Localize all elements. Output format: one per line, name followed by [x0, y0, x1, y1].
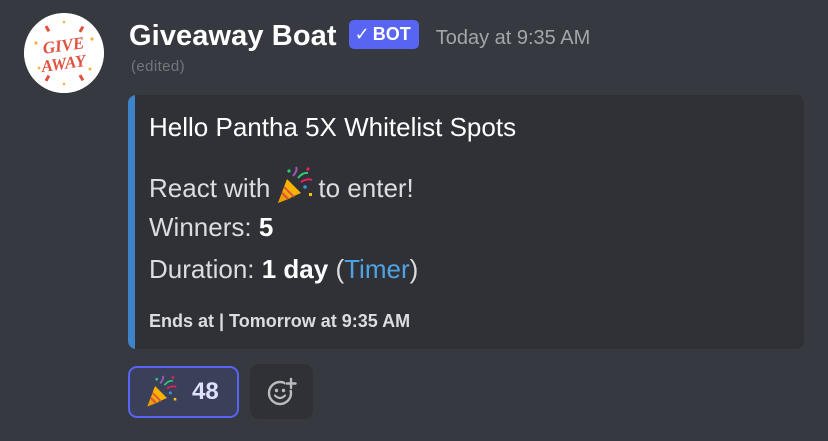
chat-message: GIVE AWAY Giveaway Boat ✓ BOT Today at 9… — [0, 0, 828, 441]
party-popper-icon — [278, 166, 313, 203]
duration-line: Duration: 1 day (Timer) — [149, 254, 418, 285]
reactions-bar: 48 — [128, 364, 313, 419]
timer-close-paren: ) — [409, 254, 419, 284]
edited-label: (edited) — [131, 58, 186, 75]
duration-value: 1 day — [261, 254, 329, 284]
react-prefix: React with — [149, 172, 271, 203]
embed-title: Hello Pantha 5X Whitelist Spots — [149, 112, 517, 142]
verified-check-icon: ✓ — [354, 23, 370, 44]
message-header: Giveaway Boat ✓ BOT Today at 9:35 AM — [129, 16, 590, 56]
bot-tag-label: BOT — [372, 23, 411, 44]
winners-line: Winners: 5 — [149, 212, 273, 243]
reaction-count: 48 — [192, 377, 219, 405]
timer-link[interactable]: Timer — [344, 254, 409, 285]
react-instruction: React with to enter! — [149, 166, 414, 208]
bot-tag: ✓ BOT — [348, 19, 419, 49]
giveaway-logo-icon: GIVE AWAY — [24, 13, 104, 93]
username[interactable]: Giveaway Boat — [129, 20, 337, 53]
embed-accent-bar — [128, 95, 135, 349]
reaction-party-popper[interactable]: 48 — [128, 365, 239, 418]
winners-value: 5 — [258, 212, 274, 242]
react-suffix: to enter! — [318, 172, 414, 203]
party-popper-icon — [147, 374, 177, 406]
timestamp[interactable]: Today at 9:35 AM — [436, 27, 591, 50]
duration-label: Duration: — [149, 254, 255, 284]
giveaway-embed: Hello Pantha 5X Whitelist Spots React wi… — [128, 95, 804, 349]
add-reaction-button[interactable] — [250, 364, 313, 419]
add-reaction-icon — [267, 377, 297, 405]
embed-footer: Ends at | Tomorrow at 9:35 AM — [149, 311, 411, 331]
avatar[interactable]: GIVE AWAY — [24, 13, 104, 93]
timer-open-paren: ( — [335, 254, 345, 284]
winners-label: Winners: — [149, 212, 252, 242]
